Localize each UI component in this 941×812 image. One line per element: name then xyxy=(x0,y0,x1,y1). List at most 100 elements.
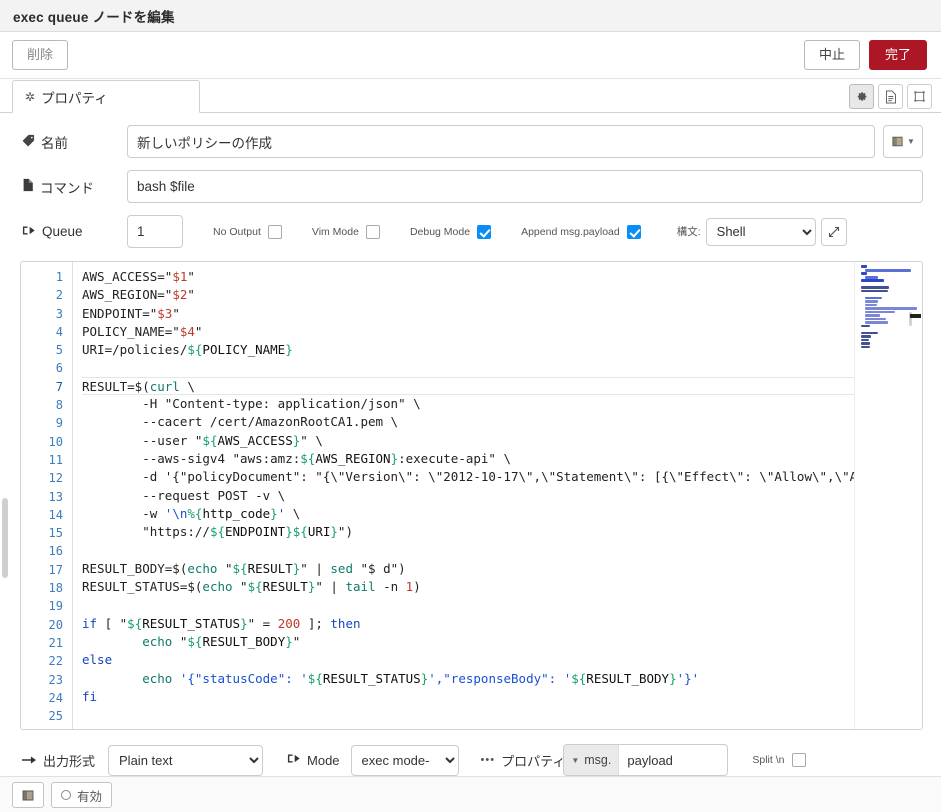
expand-editor-button[interactable] xyxy=(820,217,847,246)
line-number: 18 xyxy=(48,581,63,596)
line-number: 7 xyxy=(55,379,63,394)
code-line: if [ "${RESULT_STATUS}" = 200 ]; then xyxy=(82,615,361,631)
output-format-label: 出力形式 xyxy=(22,751,95,770)
line-number: 20 xyxy=(48,617,63,632)
line-number: 8 xyxy=(55,398,63,413)
code-editor-body: 1 2 3 4 5 6 7 8 9 10 11 12 13 14 15 16 17 18 19 20 21 22 23 24 2… xyxy=(21,262,922,729)
line-number: 9 xyxy=(55,416,63,431)
code-line: -d '{"policyDocument": "{\"Version\": \"… xyxy=(82,469,888,485)
code-content[interactable]: AWS_ACCESS="$1" AWS_REGION="$2" ENDPOINT="… xyxy=(73,262,922,729)
option-vim-mode[interactable]: Vim Mode xyxy=(312,224,380,239)
command-input[interactable] xyxy=(127,170,923,203)
name-input[interactable] xyxy=(127,125,875,158)
done-button[interactable]: 完了 xyxy=(869,40,927,70)
chevron-down-icon: ▼ xyxy=(571,755,580,765)
syntax-label: 構文: xyxy=(676,226,701,238)
form-row-queue: Queue No Output Vim Mode Debug Mode Appe… xyxy=(0,215,941,248)
code-line: --cacert /cert/AmazonRootCA1.pem \ xyxy=(82,414,399,430)
code-line: RESULT=$(curl \ xyxy=(82,376,922,396)
option-split[interactable]: Split \n xyxy=(752,753,807,767)
line-number: 17 xyxy=(48,562,63,577)
code-line: POLICY_NAME="$4" xyxy=(82,323,203,339)
code-line: echo "${RESULT_BODY}" xyxy=(142,633,301,649)
gear-icon xyxy=(857,92,867,101)
tag-icon xyxy=(22,134,35,150)
line-number: 6 xyxy=(55,361,63,376)
tab-icon-group xyxy=(849,84,932,109)
code-line: ENDPOINT="$3" xyxy=(82,305,180,321)
form-row-command: コマンド xyxy=(0,170,941,203)
code-editor[interactable]: 1 2 3 4 5 6 7 8 9 10 11 12 13 14 15 16 17 18 19 20 21 22 23 24 2… xyxy=(20,261,923,730)
file-icon xyxy=(22,178,34,195)
option-vim-mode-checkbox[interactable] xyxy=(365,224,380,239)
line-number: 11 xyxy=(48,452,63,467)
property-value-input[interactable] xyxy=(619,745,728,775)
syntax-group: 構文: Shell xyxy=(676,217,847,246)
delete-button[interactable]: 削除 xyxy=(12,40,69,70)
option-append-payload-checkbox[interactable] xyxy=(626,224,641,239)
code-line: fi xyxy=(82,688,98,704)
page-scrollbar[interactable] xyxy=(2,498,8,578)
line-number: 21 xyxy=(48,635,63,650)
code-line: RESULT_STATUS=$(echo "${RESULT}" | tail … xyxy=(82,579,421,595)
command-label: コマンド xyxy=(22,177,127,197)
code-line: else xyxy=(82,652,113,668)
cancel-button[interactable]: 中止 xyxy=(804,40,860,70)
option-debug-mode[interactable]: Debug Mode xyxy=(410,224,492,239)
dialog-title: exec queue ノードを編集 xyxy=(13,9,175,25)
code-line: echo '{"statusCode": '${RESULT_STATUS}',… xyxy=(142,670,700,686)
option-no-output[interactable]: No Output xyxy=(213,224,282,239)
option-split-checkbox[interactable] xyxy=(792,753,807,767)
option-no-output-label: No Output xyxy=(213,225,261,238)
option-no-output-checkbox[interactable] xyxy=(267,224,282,239)
node-enable-label: 有効 xyxy=(77,789,103,804)
arrow-right-icon xyxy=(22,753,37,768)
line-number: 22 xyxy=(48,654,63,669)
property-type-selector[interactable]: ▼ msg. xyxy=(564,745,620,775)
code-line: -w '\n%{http_code}' \ xyxy=(82,505,301,521)
name-label: 名前 xyxy=(22,132,127,152)
tab-properties-label: プロパティ xyxy=(41,90,108,106)
node-info-button[interactable] xyxy=(12,782,44,808)
form-row-name: 名前 ▼ xyxy=(0,125,941,158)
mode-select[interactable]: exec mode- xyxy=(350,744,459,776)
line-number: 10 xyxy=(48,434,63,449)
gear-icon: ✲ xyxy=(25,89,36,104)
mode-label-text: Mode xyxy=(307,752,340,768)
line-number: 13 xyxy=(48,489,63,504)
description-icon-button[interactable] xyxy=(878,84,903,109)
code-line: --request POST -v \ xyxy=(82,487,286,503)
dots-icon: ••• xyxy=(480,754,496,766)
line-number-gutter: 1 2 3 4 5 6 7 8 9 10 11 12 13 14 15 16 17 18 19 20 21 22 23 24 2… xyxy=(21,262,73,729)
option-append-payload[interactable]: Append msg.payload xyxy=(521,224,641,239)
line-number: 23 xyxy=(48,672,63,687)
syntax-select[interactable]: Shell xyxy=(705,217,816,246)
mode-label: Mode xyxy=(287,752,340,768)
line-number: 19 xyxy=(48,599,63,614)
gear-icon-button[interactable] xyxy=(849,84,874,109)
code-line: AWS_REGION="$2" xyxy=(82,287,195,303)
book-icon xyxy=(892,136,903,147)
code-line: RESULT_BODY=$(echo "${RESULT}" | sed "$ … xyxy=(82,560,406,576)
property-prefix-label: msg. xyxy=(584,753,612,767)
property-label: ••• プロパティ xyxy=(481,751,566,770)
option-debug-mode-checkbox[interactable] xyxy=(477,224,492,239)
circle-icon xyxy=(61,790,71,800)
arrow-right-icon xyxy=(22,224,36,240)
queue-input[interactable] xyxy=(127,215,183,248)
code-line: --user "${AWS_ACCESS}" \ xyxy=(82,432,323,448)
editor-vertical-scrollbar[interactable] xyxy=(910,314,921,318)
node-enable-toggle[interactable]: 有効 xyxy=(51,782,113,808)
code-line: "https://${ENDPOINT}${URI}") xyxy=(82,524,353,540)
line-number: 25 xyxy=(48,709,63,724)
bottom-control-row: 出力形式 Plain text Mode exec mode- ••• プロパテ… xyxy=(0,744,941,776)
tab-properties[interactable]: ✲ プロパティ xyxy=(12,80,200,113)
property-typed-input[interactable]: ▼ msg. xyxy=(563,744,729,776)
output-format-select[interactable]: Plain text xyxy=(108,744,264,776)
appearance-icon-button[interactable] xyxy=(907,84,932,109)
name-history-button[interactable]: ▼ xyxy=(883,125,923,158)
